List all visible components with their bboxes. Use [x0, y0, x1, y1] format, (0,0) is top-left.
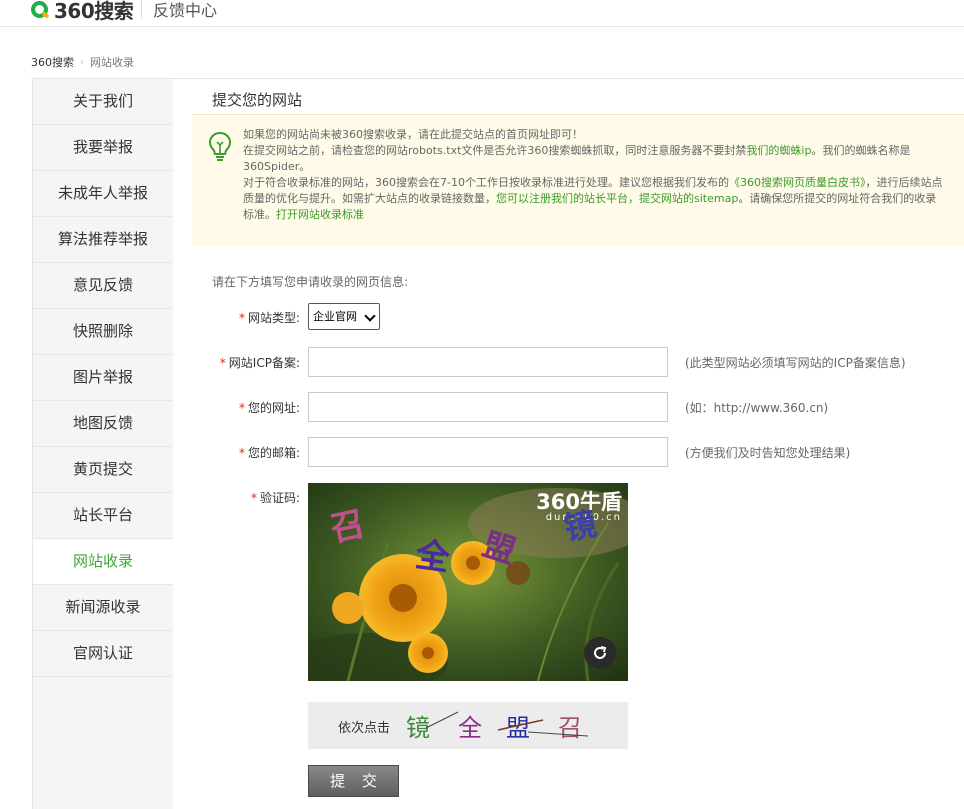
sidebar-item-webmaster-platform[interactable]: 站长平台 [33, 493, 173, 539]
notice-text-segment: 在提交网站之前，请检查您的网站robots.txt文件是否允许360搜索蜘蛛抓取… [243, 144, 747, 157]
icp-label: * 网站ICP备案: [180, 354, 300, 371]
breadcrumb-current: 网站收录 [90, 56, 134, 69]
sidebar-nav: 关于我们 我要举报 未成年人举报 算法推荐举报 意见反馈 快照删除 图片举报 地… [32, 79, 173, 809]
header-divider [141, 0, 142, 18]
sidebar-item-minor-report[interactable]: 未成年人举报 [33, 171, 173, 217]
sidebar-item-official-cert[interactable]: 官网认证 [33, 631, 173, 677]
site-type-select[interactable]: 企业官网 [308, 303, 380, 330]
sidebar-item-about[interactable]: 关于我们 [33, 79, 173, 125]
logo-360-search[interactable]: 360搜索 [31, 0, 134, 24]
logo-text: 360搜索 [54, 0, 134, 23]
captcha-order-bar: 依次点击 镜 全 盟 召 [308, 702, 628, 749]
captcha-char[interactable]: 全 [413, 527, 453, 580]
form-intro: 请在下方填写您申请收录的网页信息: [212, 275, 409, 289]
breadcrumb-separator: › [80, 56, 84, 68]
notice-text: 如果您的网站尚未被360搜索收录，请在此提交站点的首页网址即可！ 在提交网站之前… [243, 127, 943, 223]
indexing-standard-link[interactable]: 打开网站收录标准 [276, 208, 364, 221]
order-char: 全 [458, 714, 482, 742]
notice-line-2: 在提交网站之前，请检查您的网站robots.txt文件是否允许360搜索蜘蛛抓取… [243, 143, 943, 175]
lightbulb-icon [208, 131, 232, 161]
sidebar-item-snapshot-delete[interactable]: 快照删除 [33, 309, 173, 355]
webmaster-sitemap-link[interactable]: 您可以注册我们的站长平台，提交网站的sitemap [496, 192, 738, 205]
sidebar-item-algorithm-report[interactable]: 算法推荐举报 [33, 217, 173, 263]
icp-input[interactable] [308, 347, 668, 377]
required-mark: * [219, 356, 226, 370]
breadcrumb-home-link[interactable]: 360搜索 [31, 54, 74, 70]
chevron-down-icon [364, 310, 376, 322]
url-hint: (如：http://www.360.cn) [685, 401, 829, 415]
captcha-image[interactable]: 360牛盾 dun.360.cn 召 全 盟 镜 refresh-icon [308, 483, 628, 681]
notice-box: 如果您的网站尚未被360搜索收录，请在此提交站点的首页网址即可！ 在提交网站之前… [192, 114, 964, 246]
required-mark: * [238, 446, 245, 460]
icp-hint: (此类型网站必须填写网站的ICP备案信息) [685, 356, 906, 370]
order-char: 盟 [506, 714, 530, 742]
required-mark: * [238, 311, 245, 325]
sidebar-item-map-feedback[interactable]: 地图反馈 [33, 401, 173, 447]
header-title: 反馈中心 [153, 1, 218, 20]
captcha-order-label: 依次点击 [338, 721, 391, 736]
submit-button[interactable]: 提 交 [308, 765, 399, 797]
whitepaper-link[interactable]: 《360搜索网页质量白皮书》 [729, 176, 866, 189]
top-header: 360搜索 反馈中心 [0, 0, 964, 27]
sidebar-item-yellowpage-submit[interactable]: 黄页提交 [33, 447, 173, 493]
sidebar-item-image-report[interactable]: 图片举报 [33, 355, 173, 401]
email-label: * 您的邮箱: [180, 444, 300, 461]
captcha-label-text: 验证码: [259, 491, 300, 505]
required-mark: * [250, 491, 257, 505]
sidebar-item-feedback[interactable]: 意见反馈 [33, 263, 173, 309]
notice-line-1: 如果您的网站尚未被360搜索收录，请在此提交站点的首页网址即可！ [243, 128, 583, 141]
order-char: 镜 [406, 714, 430, 742]
email-label-text: 您的邮箱: [247, 446, 300, 460]
captcha-label: * 验证码: [180, 489, 300, 506]
sidebar-item-report[interactable]: 我要举报 [33, 125, 173, 171]
sidebar-item-site-submission[interactable]: 网站收录 [33, 539, 173, 585]
site-type-label-text: 网站类型: [247, 311, 300, 325]
site-type-selected-value: 企业官网 [313, 310, 357, 323]
required-mark: * [238, 401, 245, 415]
order-char: 召 [558, 714, 582, 742]
icp-label-text: 网站ICP备案: [228, 356, 300, 370]
refresh-icon[interactable]: refresh-icon [584, 637, 616, 669]
site-type-label: * 网站类型: [180, 309, 300, 326]
url-label-text: 您的网址: [247, 401, 300, 415]
email-input[interactable] [308, 437, 668, 467]
notice-line-3: 对于符合收录标准的网站，360搜索会在7-10个工作日按收录标准进行处理。建议您… [243, 175, 943, 223]
url-label: * 您的网址: [180, 399, 300, 416]
breadcrumb: 360搜索 › 网站收录 [31, 54, 134, 70]
email-hint: (方便我们及时告知您处理结果) [685, 446, 851, 460]
page-title: 提交您的网站 [212, 91, 303, 109]
sidebar-item-news-source[interactable]: 新闻源收录 [33, 585, 173, 631]
logo-mark-icon [31, 0, 48, 18]
spider-ip-link[interactable]: 我们的蜘蛛ip [746, 144, 811, 157]
notice-text-segment: 对于符合收录标准的网站，360搜索会在7-10个工作日按收录标准进行处理。建议您… [243, 176, 729, 189]
url-input[interactable] [308, 392, 668, 422]
